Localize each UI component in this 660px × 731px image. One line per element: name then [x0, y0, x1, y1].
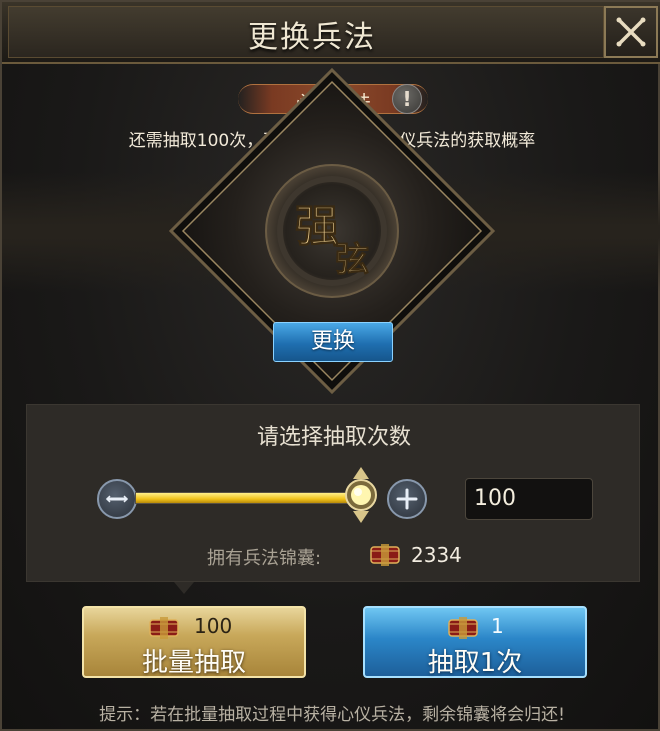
- decrease-button[interactable]: [97, 479, 137, 519]
- close-button[interactable]: [604, 6, 658, 58]
- minus-icon: [105, 495, 129, 503]
- plus-icon: [396, 488, 418, 510]
- increase-button[interactable]: [387, 479, 427, 519]
- batch-draw-label: 批量抽取: [141, 648, 246, 678]
- dialog-header: 更换兵法: [2, 2, 660, 64]
- draw-count-slider[interactable]: [135, 492, 360, 504]
- slider-fill: [136, 493, 359, 503]
- single-draw-label: 抽取1次: [427, 648, 523, 678]
- owned-pouch-label: 拥有兵法锦囊:: [207, 548, 322, 569]
- owned-pouch-count: 2334: [411, 543, 462, 567]
- single-draw-button[interactable]: 1 抽取1次: [363, 606, 587, 678]
- batch-draw-button[interactable]: 100 批量抽取: [82, 606, 306, 678]
- scroll-pouch-icon: [149, 617, 179, 639]
- selection-pointer: [174, 582, 194, 594]
- tactic-name-char-1: 强: [295, 201, 339, 252]
- draw-count-input[interactable]: 100: [465, 478, 593, 520]
- dialog-title: 更换兵法: [248, 20, 376, 55]
- swap-button[interactable]: 更换: [273, 322, 393, 362]
- close-icon: [616, 17, 646, 47]
- dialog-panel: 更换兵法 心仪兵法 ! 还需抽取100次，可激活印记提升心仪兵法的获取概率: [0, 0, 660, 731]
- slider-thumb[interactable]: [341, 465, 381, 525]
- tactic-name-char-2: 弦: [335, 240, 369, 280]
- scroll-pouch-icon: [370, 544, 400, 566]
- draw-count-panel: 请选择抽取次数 100 拥有兵法锦囊: 2334: [26, 404, 640, 582]
- scroll-pouch-icon: [448, 617, 478, 639]
- refund-tip: 提示：若在批量抽取过程中获得心仪兵法，剩余锦囊将会归还!: [99, 705, 565, 725]
- draw-count-title: 请选择抽取次数: [256, 425, 411, 450]
- batch-draw-cost: 100: [194, 614, 233, 638]
- single-draw-cost: 1: [491, 614, 504, 638]
